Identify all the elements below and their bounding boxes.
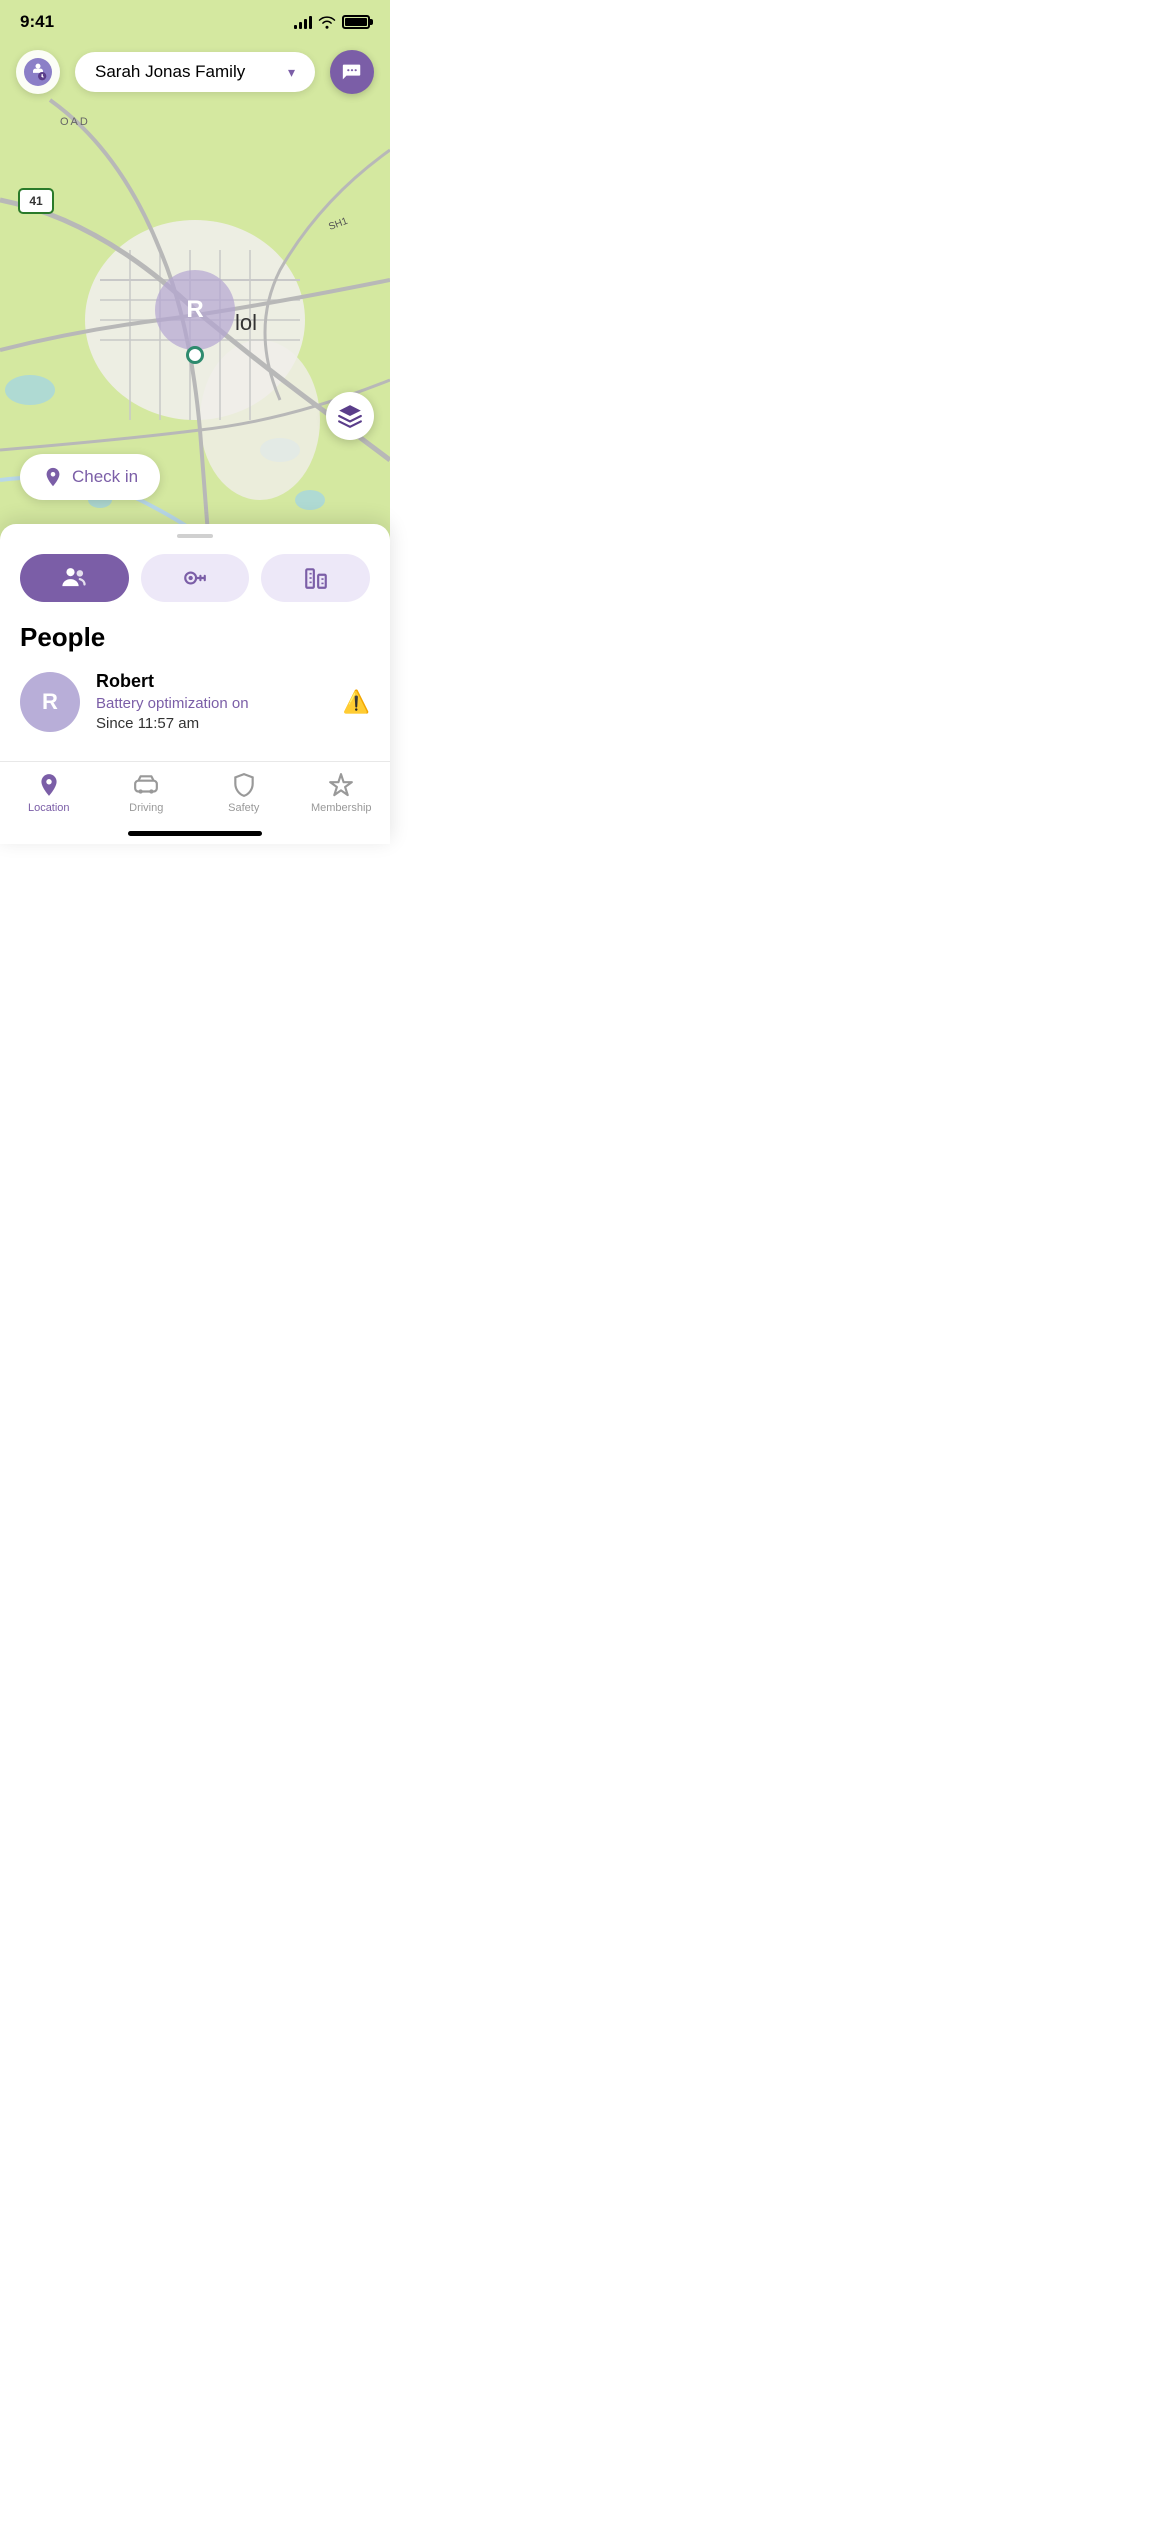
nav-location[interactable]: Location — [14, 772, 84, 814]
nav-safety[interactable]: Safety — [209, 772, 279, 814]
key-icon — [182, 565, 208, 591]
tab-keys[interactable] — [141, 554, 250, 602]
marker-pin — [186, 346, 204, 364]
wifi-icon — [318, 15, 336, 29]
person-time: Since 11:57 am — [96, 715, 327, 732]
settings-button[interactable] — [16, 50, 60, 94]
status-icons — [294, 15, 370, 29]
nav-driving-label: Driving — [129, 802, 163, 814]
marker-avatar: R — [155, 270, 235, 350]
route-41-badge: 41 — [18, 188, 54, 214]
driving-nav-icon — [133, 772, 159, 798]
person-avatar: R — [20, 672, 80, 732]
messages-button[interactable] — [330, 50, 374, 94]
status-bar: 9:41 — [0, 0, 390, 44]
chevron-down-icon: ▾ — [288, 64, 295, 81]
messages-icon — [341, 61, 363, 83]
family-selector[interactable]: Sarah Jonas Family ▾ — [75, 52, 315, 92]
svg-text:lol: lol — [235, 310, 257, 335]
person-status: Battery optimization on — [96, 695, 327, 712]
layers-icon — [337, 403, 363, 429]
location-nav-icon — [36, 772, 62, 798]
nav-membership-label: Membership — [311, 802, 372, 814]
map-area[interactable]: SH1 OAD lol 41 R S — [0, 0, 390, 560]
signal-icon — [294, 15, 312, 29]
nav-driving[interactable]: Driving — [111, 772, 181, 814]
tab-places[interactable] — [261, 554, 370, 602]
tab-people[interactable] — [20, 554, 129, 602]
safety-nav-icon — [231, 772, 257, 798]
building-icon — [303, 565, 329, 591]
warning-icon: ⚠️ — [343, 689, 370, 715]
family-name: Sarah Jonas Family — [95, 62, 280, 82]
checkin-label: Check in — [72, 467, 138, 487]
sheet-handle — [177, 534, 213, 538]
header-bar: Sarah Jonas Family ▾ — [0, 50, 390, 94]
people-icon — [60, 564, 88, 592]
home-indicator — [128, 831, 262, 836]
battery-icon — [342, 15, 370, 29]
tab-buttons — [20, 554, 370, 602]
svg-text:OAD: OAD — [60, 116, 90, 128]
nav-membership[interactable]: Membership — [306, 772, 376, 814]
section-title: People — [20, 622, 370, 653]
person-info: Robert Battery optimization on Since 11:… — [96, 671, 327, 732]
map-layers-button[interactable] — [326, 392, 374, 440]
person-row[interactable]: R Robert Battery optimization on Since 1… — [20, 671, 370, 732]
membership-nav-icon — [328, 772, 354, 798]
settings-avatar-icon — [24, 58, 52, 86]
pin-icon — [42, 466, 64, 488]
person-marker[interactable]: R — [155, 270, 235, 364]
nav-safety-label: Safety — [228, 802, 259, 814]
status-time: 9:41 — [20, 12, 54, 32]
nav-location-label: Location — [28, 802, 70, 814]
checkin-button[interactable]: Check in — [20, 454, 160, 500]
person-name: Robert — [96, 671, 327, 692]
